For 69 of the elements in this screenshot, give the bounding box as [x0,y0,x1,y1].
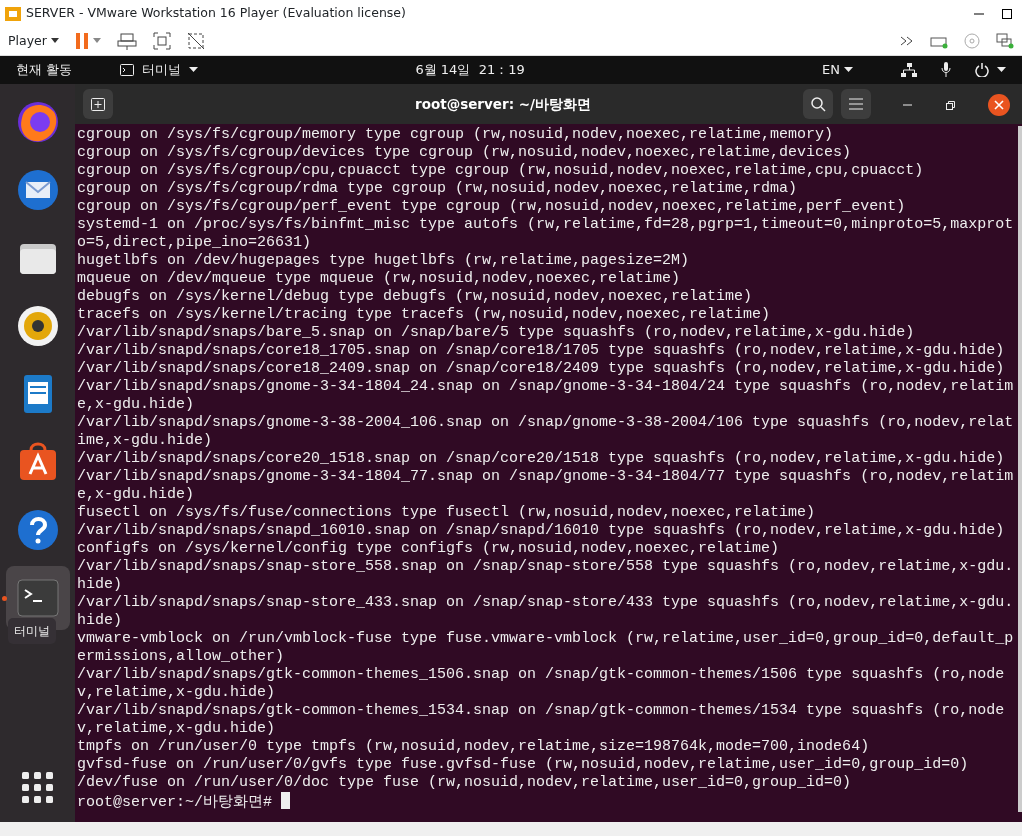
network-adapter-icon[interactable] [996,33,1014,49]
fullscreen-icon[interactable] [152,32,171,50]
terminal-output-line: vmware-vmblock on /run/vmblock-fuse type fuse.vmware-vmblock (rw,relatime,user_id=0,group_id=0,default_permissions,allow_other) [77,630,1014,666]
pause-icon [74,32,89,50]
shell-prompt: root@server:~/바탕화면# [77,794,273,811]
input-source-menu[interactable]: EN [822,60,853,80]
terminal-output-line: cgroup on /sys/fs/cgroup/memory type cgroup (rw,nosuid,nodev,noexec,relatime,memory) [77,126,835,144]
send-keys-icon[interactable] [116,32,137,50]
microphone-icon[interactable] [941,62,951,78]
caret-icon [50,38,59,44]
app-menu[interactable]: 터미널 [120,60,199,80]
terminal-output-line: /var/lib/snapd/snaps/core20_1518.snap on /snap/core20/1518 type squashfs (ro,nodev,relatime,x-gdu.hide) [77,450,1006,468]
text-cursor [281,792,291,809]
terminal-output-line: cgroup on /sys/fs/cgroup/rdma type cgroup (rw,nosuid,nodev,noexec,relatime,rdma) [77,180,799,198]
terminal-output-line: /dev/fuse on /run/user/0/doc type fuse (rw,nosuid,nodev,relatime,user_id=0,group_id=0) [77,774,853,792]
caret-icon [997,67,1006,73]
search-icon [810,96,826,112]
terminal-output-line: /var/lib/snapd/snaps/snapd_16010.snap on /snap/snapd/16010 type squashfs (ro,nodev,relatime,x-gdu.hide) [77,522,1006,540]
caret-icon [92,38,101,44]
terminal-output-line: /var/lib/snapd/snaps/snap-store_433.snap on /snap/snap-store/433 type squashfs (ro,nodev,relatime,x-gdu.hide) [77,594,1014,630]
terminal-output-line: cgroup on /sys/fs/cgroup/devices type cgroup (rw,nosuid,nodev,noexec,relatime,devices) [77,144,853,162]
terminal-output-line: systemd-1 on /proc/sys/fs/binfmt_misc type autofs (rw,relatime,fd=28,pgrp=1,timeout=0,minproto=5,maxproto=5,direct,pipe_ino=26631) [77,216,1014,252]
new-tab-button[interactable] [83,89,113,119]
minimize-icon [903,103,912,106]
terminal-output-line: fusectl on /sys/fs/fuse/connections type fusectl (rw,nosuid,nodev,noexec,relatime) [77,504,817,522]
terminal-output-line: tracefs on /sys/kernel/tracing type tracefs (rw,nosuid,nodev,noexec,relatime) [77,306,772,324]
terminal-output-line: /var/lib/snapd/snaps/gtk-common-themes_1534.snap on /snap/gtk-common-themes/1534 type squashfs (ro,nodev,relatime,x-gdu.hide) [77,702,1006,738]
terminal-output-line: /var/lib/snapd/snaps/gnome-3-34-1804_24.snap on /snap/gnome-3-34-1804/24 type squashfs (ro,nodev,relatime,x-gdu.hide) [77,378,1014,414]
new-tab-icon [90,96,106,112]
minimize-icon [974,13,984,15]
terminal-output-line: /var/lib/snapd/snaps/gnome-3-38-2004_106.snap on /snap/gnome-3-38-2004/106 type squashfs (ro,nodev,relatime,x-gdu.hide) [77,414,1014,450]
tooltip: 터미널 [8,618,56,644]
terminal-icon [120,64,135,76]
terminal-output-line: cgroup on /sys/fs/cgroup/perf_event type cgroup (rw,nosuid,nodev,noexec,relatime,perf_event) [77,198,907,216]
app-logo-icon [4,5,22,22]
power-icon[interactable] [975,63,989,77]
clock[interactable]: 6월 14일 21：19 [415,60,525,80]
menu-icon [849,98,863,110]
player-menu[interactable]: Player [8,31,59,51]
terminal-output-line: /var/lib/snapd/snaps/bare_5.snap on /snap/bare/5 type squashfs (ro,nodev,relatime,x-gdu.hide) [77,324,916,342]
terminal-output-line: gvfsd-fuse on /run/user/0/gvfs type fuse.gvfsd-fuse (rw,nosuid,nodev,relatime,user_id=0,group_id=0) [77,756,970,774]
close-icon [988,93,1010,116]
more-icon[interactable] [900,36,914,46]
terminal-output-line: mqueue on /dev/mqueue type mqueue (rw,nosuid,nodev,noexec,relatime) [77,270,682,288]
caret-icon [189,67,199,73]
terminal-output-line: hugetlbfs on /dev/hugepages type hugetlbfs (rw,relatime,pagesize=2M) [77,252,691,270]
search-button[interactable] [803,89,833,119]
terminal-output-line: /var/lib/snapd/snaps/gtk-common-themes_1506.snap on /snap/gtk-common-themes/1506 type squashfs (ro,nodev,relatime,x-gdu.hide) [77,666,1006,702]
terminal-output-line: tmpfs on /run/user/0 type tmpfs (rw,nosuid,nodev,relatime,size=198764k,mode=700,inode64) [77,738,871,756]
terminal-output-line: cgroup on /sys/fs/cgroup/cpu,cpuacct type cgroup (rw,nosuid,nodev,noexec,relatime,cpu,cpuacct) [77,162,925,180]
terminal-output-line: debugfs on /sys/kernel/debug type debugfs (rw,nosuid,nodev,noexec,relatime) [77,288,754,306]
terminal-output-line: configfs on /sys/kernel/config type configfs (rw,nosuid,nodev,noexec,relatime) [77,540,781,558]
activities-button[interactable]: 현재 활동 [16,60,73,80]
menu-button[interactable] [841,89,871,119]
close-button[interactable] [988,92,1010,116]
network-icon[interactable] [901,63,917,77]
terminal-title: root@server: ~/바탕화면 [415,94,591,114]
caret-icon [844,67,853,73]
pause-button[interactable] [74,32,101,50]
window-title: SERVER - VMware Workstation 16 Player (Evaluation license) [26,4,406,23]
unity-icon[interactable] [186,32,205,50]
app-grid-icon[interactable] [19,770,56,806]
terminal-output-line: /var/lib/snapd/snaps/core18_1705.snap on /snap/core18/1705 type squashfs (ro,nodev,relatime,x-gdu.hide) [77,342,1006,360]
restore-icon [944,98,956,111]
maximize-icon [1000,7,1014,21]
terminal-output-line: /var/lib/snapd/snaps/gnome-3-34-1804_77.snap on /snap/gnome-3-34-1804/77 type squashfs (ro,nodev,relatime,x-gdu.hide) [77,468,1014,504]
terminal-output-line: /var/lib/snapd/snaps/snap-store_558.snap on /snap/snap-store/558 type squashfs (ro,nodev,relatime,x-gdu.hide) [77,558,1014,594]
scrollbar[interactable] [1018,126,1022,812]
terminal-output-line: /var/lib/snapd/snaps/core18_2409.snap on /snap/core18/2409 type squashfs (ro,nodev,relatime,x-gdu.hide) [77,360,1006,378]
